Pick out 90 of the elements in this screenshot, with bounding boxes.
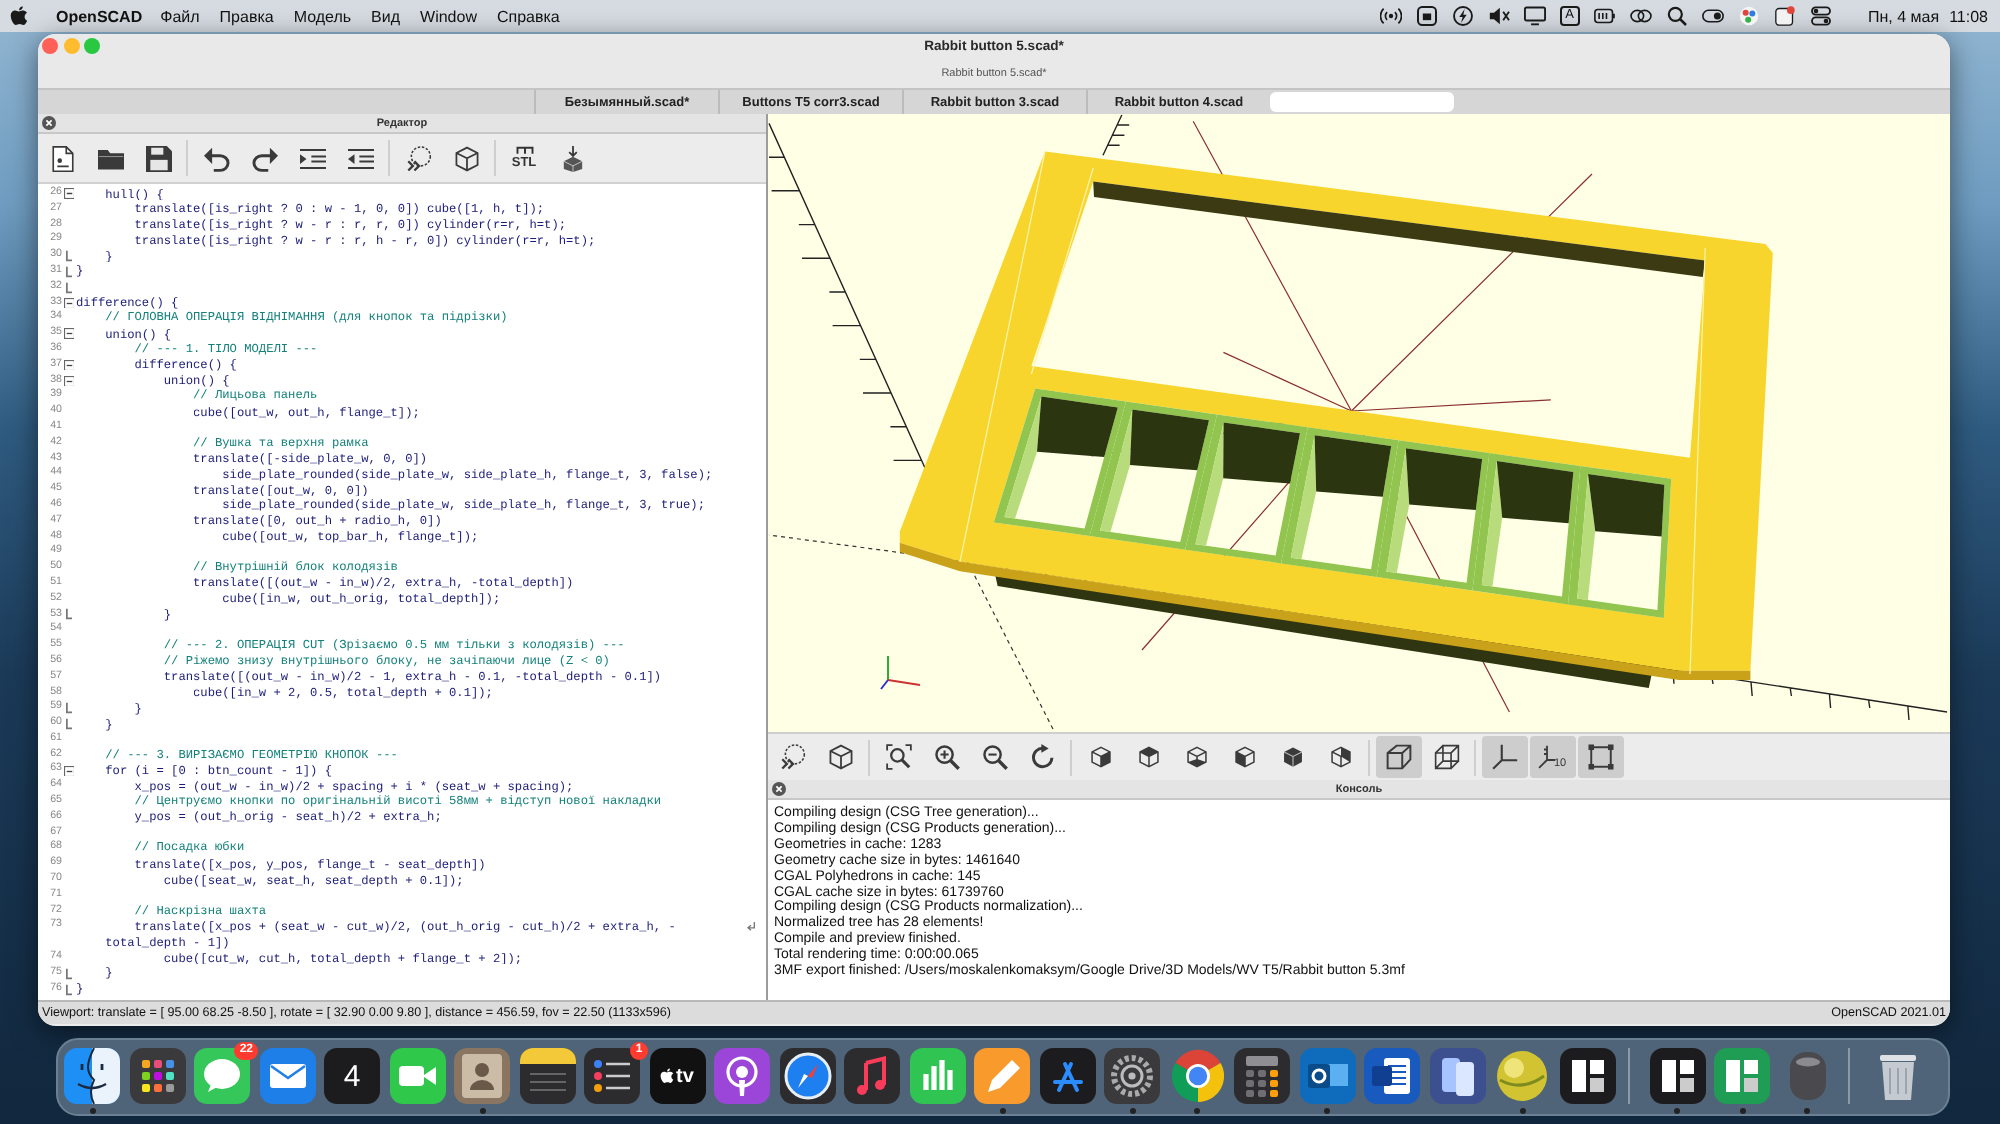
perspective-toggle[interactable] (1375, 736, 1421, 778)
cube-view-icon[interactable] (1329, 746, 1351, 768)
axes-scale-icon (1537, 744, 1556, 770)
preview-icon[interactable] (405, 145, 431, 171)
cube-view-icon[interactable] (1185, 746, 1207, 768)
app-grid-icon[interactable] (129, 1048, 185, 1104)
battery-icon[interactable] (1593, 6, 1616, 26)
chat-bubble-icon[interactable] (194, 1048, 250, 1104)
perspective-box-icon (1385, 744, 1411, 770)
contact-card-icon[interactable] (454, 1048, 510, 1104)
window-tiles-icon[interactable] (1559, 1048, 1615, 1104)
fold-icon[interactable] (63, 375, 75, 387)
sphere-icon[interactable] (1494, 1048, 1550, 1104)
fold-icon[interactable] (63, 359, 75, 371)
fold-icon[interactable] (63, 328, 75, 340)
redo-icon[interactable] (251, 145, 277, 171)
code-editor[interactable] (38, 184, 766, 1000)
two-toggles-icon[interactable] (1809, 6, 1832, 26)
cube-icon[interactable] (453, 145, 479, 171)
calculator-icon[interactable] (1234, 1048, 1290, 1104)
toggle-icon[interactable] (1701, 6, 1724, 26)
edges-square-icon (1587, 744, 1613, 770)
window-tiles-icon[interactable] (1649, 1048, 1705, 1104)
cube-view-icon[interactable] (1137, 746, 1159, 768)
undo-icon[interactable] (203, 145, 229, 171)
menu-item[interactable]: Справка (496, 7, 560, 25)
axes-icon (1491, 744, 1517, 770)
compass-icon[interactable] (779, 1048, 835, 1104)
menu-item[interactable]: Файл (160, 7, 200, 25)
color-dots-icon[interactable] (1737, 6, 1760, 26)
tv-app-button[interactable]: tv (649, 1048, 705, 1104)
gear-icon[interactable] (1104, 1048, 1160, 1104)
zoom-out-icon[interactable] (981, 744, 1007, 770)
axes-toggle[interactable] (1481, 736, 1527, 778)
calendar-app-button[interactable]: 4 (324, 1048, 380, 1104)
menu-item[interactable]: Модель (293, 7, 352, 25)
face-icon[interactable] (64, 1048, 120, 1104)
music-note-icon[interactable] (844, 1048, 900, 1104)
bolt-circle-icon[interactable] (1451, 6, 1474, 26)
new-file-icon[interactable] (49, 145, 75, 171)
apple-icon[interactable] (10, 6, 28, 26)
preview-icon[interactable] (779, 744, 805, 770)
round-logo-icon[interactable] (1169, 1048, 1225, 1104)
menu-bar-date[interactable]: Пн, 4 мая (1867, 7, 1940, 25)
envelope-icon[interactable] (259, 1048, 315, 1104)
window-tiles-icon[interactable] (1714, 1048, 1770, 1104)
menu-item[interactable]: Вид (371, 7, 401, 25)
edges-toggle[interactable] (1577, 736, 1623, 778)
cube-view-icon[interactable] (1089, 746, 1111, 768)
phone-screens-icon[interactable] (1429, 1048, 1485, 1104)
pen-icon[interactable] (974, 1048, 1030, 1104)
crossed-sticks-icon[interactable] (1039, 1048, 1095, 1104)
notepad-icon[interactable] (519, 1048, 575, 1104)
cube-view-icon[interactable] (1233, 746, 1255, 768)
podcast-icon[interactable] (714, 1048, 770, 1104)
close-icon[interactable] (772, 782, 786, 796)
box-arrow-icon[interactable] (559, 145, 585, 171)
fold-icon[interactable] (63, 297, 75, 309)
search-icon[interactable] (1665, 6, 1688, 26)
app-menu[interactable]: OpenSCAD (56, 7, 143, 25)
menu-item[interactable]: Window (420, 7, 477, 25)
wireframe-cube-icon (1433, 744, 1459, 770)
notification-icon[interactable] (1773, 6, 1796, 26)
linked-rings-icon[interactable] (1629, 6, 1652, 26)
rounded-square-icon[interactable] (1415, 6, 1438, 26)
bar-chart-icon[interactable] (909, 1048, 965, 1104)
checklist-icon[interactable] (584, 1048, 640, 1104)
ring-square-icon[interactable] (1299, 1048, 1355, 1104)
zoom-in-icon[interactable] (933, 744, 959, 770)
close-icon[interactable] (42, 116, 56, 130)
fold-icon[interactable] (63, 765, 75, 777)
video-camera-icon[interactable] (389, 1048, 445, 1104)
axis-gizmo-icon (880, 655, 921, 690)
unindent-icon[interactable] (347, 145, 373, 171)
muted-speaker-icon[interactable] (1487, 6, 1510, 26)
indent-icon[interactable] (299, 145, 325, 171)
cube-icon[interactable] (827, 744, 853, 770)
menu-item[interactable]: Правка (219, 7, 274, 25)
folder-icon[interactable] (97, 145, 123, 171)
display-icon[interactable] (1523, 6, 1546, 26)
cube-view-icon[interactable] (1281, 746, 1303, 768)
menu-bar-time[interactable]: 11:08 (1949, 7, 1988, 25)
save-icon[interactable] (145, 145, 171, 171)
export-bracket-icon (515, 146, 533, 154)
apple-icon (660, 1068, 675, 1084)
broadcast-icon[interactable] (1379, 6, 1402, 26)
circular-arrow-icon[interactable] (1029, 744, 1055, 770)
document-icon[interactable] (1364, 1048, 1420, 1104)
fold-icon[interactable] (63, 188, 75, 200)
zoom-fit-icon[interactable] (885, 744, 911, 770)
